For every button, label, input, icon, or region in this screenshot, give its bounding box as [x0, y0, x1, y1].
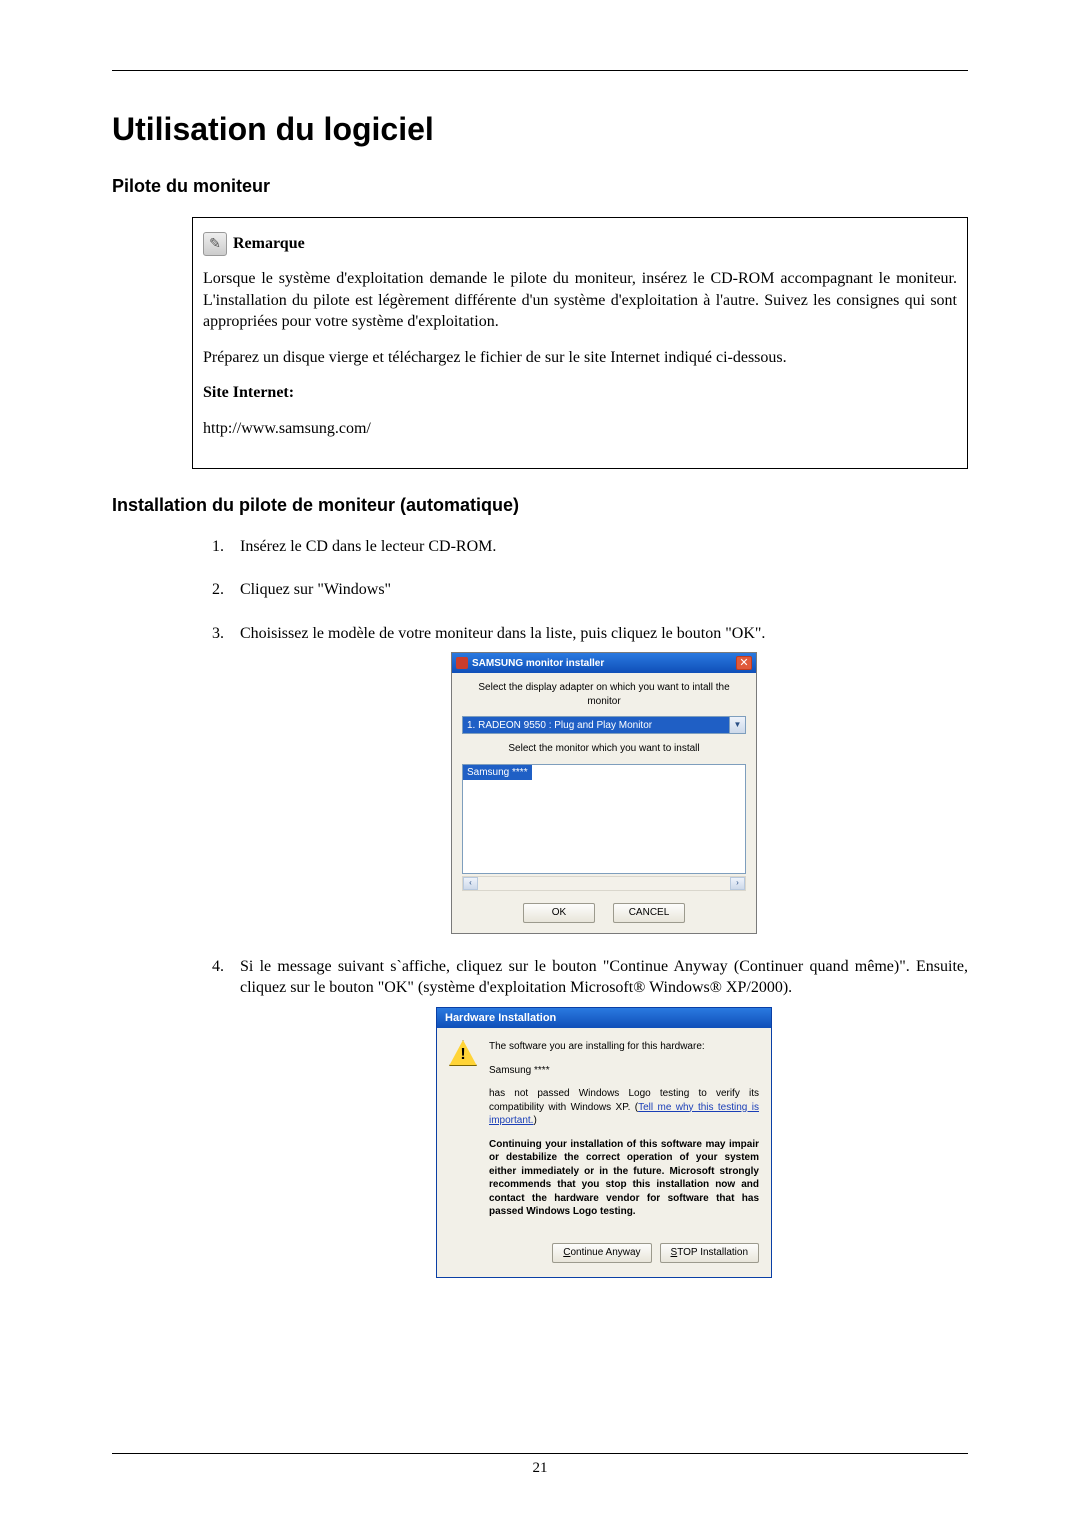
note-icon: ✎ [203, 232, 227, 256]
installer-dialog: SAMSUNG monitor installer ✕ Select the d… [451, 652, 757, 934]
installer-instruction-1: Select the display adapter on which you … [462, 681, 746, 708]
note-url: http://www.samsung.com/ [203, 418, 957, 440]
hw-warning-text: Continuing your installation of this sof… [489, 1138, 759, 1219]
chevron-down-icon[interactable]: ▼ [729, 717, 745, 733]
continue-anyway-button[interactable]: Continue Anyway [552, 1243, 651, 1263]
scroll-left-icon[interactable]: ‹ [463, 877, 478, 890]
hw-line-3: has not passed Windows Logo testing to v… [489, 1087, 759, 1128]
page-footer: 21 [112, 1453, 968, 1477]
ok-button[interactable]: OK [523, 903, 595, 923]
warning-icon: ! [449, 1040, 477, 1066]
hw-titlebar: Hardware Installation [437, 1008, 771, 1028]
installer-title-text: SAMSUNG monitor installer [472, 657, 604, 671]
stop-installation-button[interactable]: STOP Installation [660, 1243, 759, 1263]
adapter-dropdown[interactable]: 1. RADEON 9550 : Plug and Play Monitor ▼ [462, 716, 746, 734]
adapter-selected: 1. RADEON 9550 : Plug and Play Monitor [463, 717, 729, 733]
note-paragraph-1: Lorsque le système d'exploitation demand… [203, 268, 957, 333]
step-2: Cliquez sur "Windows" [228, 579, 968, 601]
note-paragraph-2: Préparez un disque vierge et téléchargez… [203, 347, 957, 369]
page-number: 21 [533, 1460, 548, 1476]
section-heading-driver: Pilote du moniteur [112, 176, 968, 197]
step-1: Insérez le CD dans le lecteur CD-ROM. [228, 536, 968, 558]
step-3: Choisissez le modèle de votre moniteur d… [228, 623, 968, 934]
page-title: Utilisation du logiciel [112, 111, 968, 148]
step-4: Si le message suivant s`affiche, cliquez… [228, 956, 968, 1278]
monitor-listbox[interactable]: Samsung **** [462, 764, 746, 874]
close-button[interactable]: ✕ [736, 656, 752, 670]
cancel-button[interactable]: CANCEL [613, 903, 685, 923]
note-title: Remarque [233, 235, 305, 253]
scroll-right-icon[interactable]: › [730, 877, 745, 890]
list-item[interactable]: Samsung **** [463, 765, 532, 781]
top-divider [112, 70, 968, 71]
horizontal-scrollbar[interactable]: ‹ › [462, 876, 746, 891]
step-4-text: Si le message suivant s`affiche, cliquez… [240, 958, 968, 997]
section-heading-install: Installation du pilote de moniteur (auto… [112, 495, 968, 516]
note-box: ✎ Remarque Lorsque le système d'exploita… [192, 217, 968, 469]
installer-titlebar: SAMSUNG monitor installer ✕ [452, 653, 756, 673]
step-3-text: Choisissez le modèle de votre moniteur d… [240, 625, 765, 642]
steps-list: Insérez le CD dans le lecteur CD-ROM. Cl… [228, 536, 968, 1278]
hw-line-2: Samsung **** [489, 1064, 759, 1078]
hardware-installation-dialog: Hardware Installation ! The software you… [436, 1007, 772, 1278]
installer-app-icon [456, 657, 468, 669]
installer-instruction-2: Select the monitor which you want to ins… [462, 742, 746, 756]
note-site-label: Site Internet: [203, 382, 957, 404]
hw-line-1: The software you are installing for this… [489, 1040, 759, 1054]
